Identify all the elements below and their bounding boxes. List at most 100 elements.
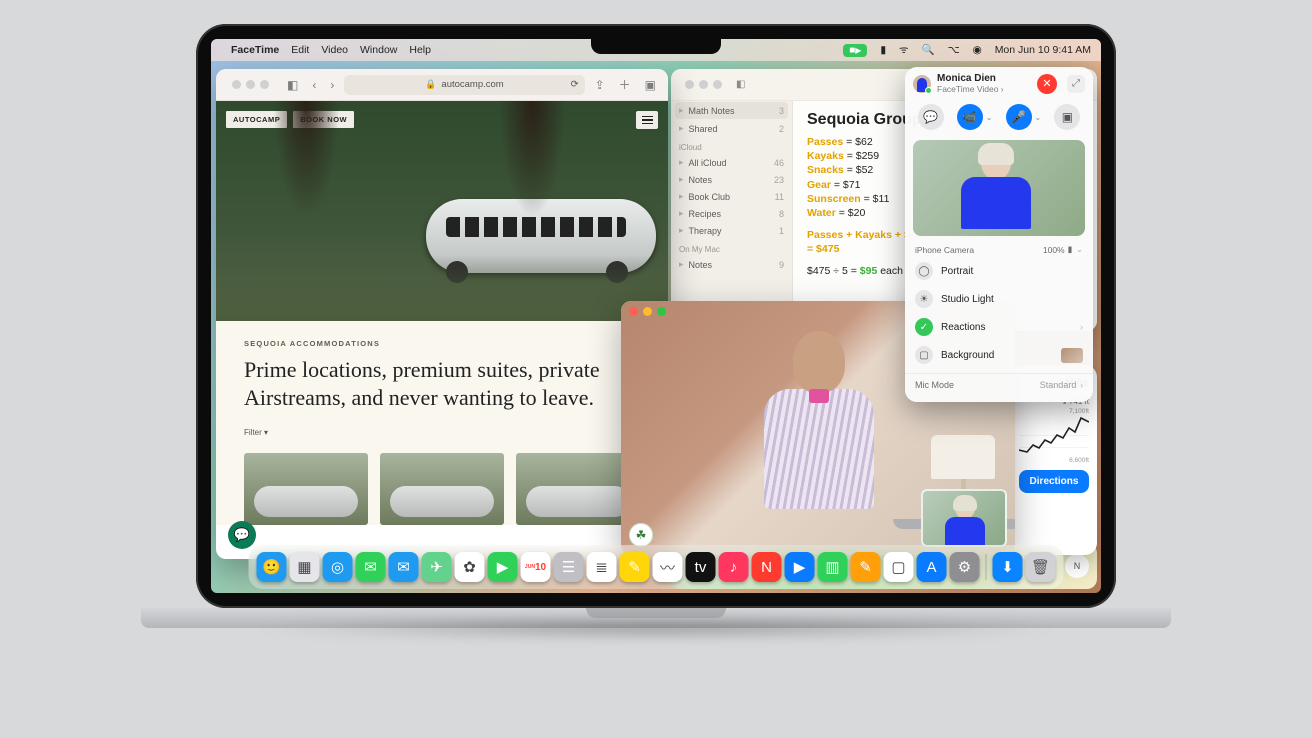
window-controls[interactable]	[224, 74, 277, 95]
option-studio-light[interactable]: ☀Studio Light	[905, 285, 1093, 313]
card-item[interactable]	[244, 453, 368, 525]
studio-light-icon: ☀	[915, 290, 933, 308]
safari-content: SEQUOIA ACCOMMODATIONS Prime locations, …	[216, 321, 668, 447]
nav-back-icon[interactable]: ‹	[308, 76, 320, 94]
safari-hero-image: AUTOCAMP BOOK NOW	[216, 101, 668, 321]
portrait-icon: ◯	[915, 262, 933, 280]
sidebar-folder[interactable]: ▸Notes9	[671, 256, 792, 273]
dock-pages[interactable]: ✎	[851, 552, 881, 582]
dock-launchpad[interactable]: ▦	[290, 552, 320, 582]
chevron-down-icon[interactable]: ⌄	[1076, 245, 1083, 254]
chevron-down-icon[interactable]: ⌄	[986, 113, 993, 122]
dock-downloads[interactable]: ⬇	[993, 552, 1023, 582]
facetime-indicator-icon[interactable]: ■▶	[843, 44, 867, 57]
option-reactions[interactable]: ✓Reactions›	[905, 313, 1093, 341]
dock-mail[interactable]: ✉	[389, 552, 419, 582]
dock-freeform[interactable]: 〰	[653, 552, 683, 582]
sidebar-toggle-icon[interactable]: ◧	[736, 79, 745, 90]
dock-keynote[interactable]: ▶	[785, 552, 815, 582]
chat-fab-icon[interactable]: 💬	[228, 521, 256, 549]
dock-calendar[interactable]: JUN10	[521, 552, 551, 582]
dock-notes[interactable]: ✎	[620, 552, 650, 582]
messages-button[interactable]: 💬	[918, 104, 944, 130]
filter-dropdown[interactable]: Filter ▾	[244, 428, 640, 437]
menu-help[interactable]: Help	[409, 44, 431, 56]
display-notch	[591, 39, 721, 54]
dock-numbers[interactable]: ▥	[818, 552, 848, 582]
sidebar-folder[interactable]: ▸Recipes8	[671, 205, 792, 222]
reload-icon[interactable]: ⟳	[571, 79, 579, 90]
dock-reminders[interactable]: ≣	[587, 552, 617, 582]
siri-icon[interactable]: ◉	[973, 44, 982, 56]
dock-messages[interactable]: ✉	[356, 552, 386, 582]
sidebar-toggle-icon[interactable]: ◧	[283, 76, 302, 94]
sidebar-folder[interactable]: ▸Book Club11	[671, 188, 792, 205]
dock-contacts[interactable]: ☰	[554, 552, 584, 582]
call-subtitle[interactable]: FaceTime Video ›	[937, 84, 1004, 94]
hero-airstream-illustration	[426, 199, 656, 273]
hamburger-menu-icon[interactable]	[636, 111, 658, 129]
compass-north-icon[interactable]: N	[1065, 554, 1089, 578]
wifi-icon[interactable]: ᯤ	[899, 43, 909, 57]
end-call-button[interactable]: ✕	[1037, 74, 1057, 94]
accessibility-fab-icon[interactable]: ☘	[629, 523, 653, 547]
battery-icon[interactable]: ▮	[880, 44, 886, 56]
sidebar-folder[interactable]: ▸Math Notes3	[675, 102, 788, 119]
dock-facetime[interactable]: ▶	[488, 552, 518, 582]
brand-chip[interactable]: AUTOCAMP	[226, 111, 287, 128]
option-background[interactable]: ▢Background	[905, 341, 1093, 369]
chevron-right-icon: ›	[1080, 322, 1083, 332]
new-tab-icon[interactable]: ＋	[615, 74, 635, 95]
expand-icon[interactable]: ⤢	[1067, 75, 1085, 93]
dock-safari[interactable]: ◎	[323, 552, 353, 582]
dock-music[interactable]: ♪	[719, 552, 749, 582]
book-now-chip[interactable]: BOOK NOW	[293, 111, 354, 128]
dock-maps[interactable]: ✈	[422, 552, 452, 582]
nav-forward-icon[interactable]: ›	[326, 76, 338, 94]
dock-appstore[interactable]: A	[917, 552, 947, 582]
option-portrait[interactable]: ◯Portrait	[905, 257, 1093, 285]
dock-tv[interactable]: tv	[686, 552, 716, 582]
window-controls[interactable]	[677, 74, 730, 95]
participant-self	[759, 331, 879, 541]
mic-toggle-button[interactable]: 🎤	[1006, 104, 1032, 130]
menu-window[interactable]: Window	[360, 44, 397, 56]
dock-settings[interactable]: ⚙	[950, 552, 980, 582]
sidebar-section-header: On My Mac	[671, 239, 792, 256]
menu-video[interactable]: Video	[321, 44, 348, 56]
menubar-right: ■▶ ▮ ᯤ 🔍 ⌥ ◉ Mon Jun 10 9:41 AM	[833, 43, 1091, 57]
reactions-icon: ✓	[915, 318, 933, 336]
tabs-icon[interactable]: ▣	[641, 76, 660, 94]
facetime-control-panel: Monica Dien FaceTime Video › ✕ ⤢ 💬 📹⌄ 🎤⌄…	[905, 67, 1093, 402]
screenshare-button[interactable]: ▣	[1054, 104, 1080, 130]
camera-toggle-button[interactable]: 📹	[957, 104, 983, 130]
dock-photos[interactable]: ✿	[455, 552, 485, 582]
spotlight-icon[interactable]: 🔍	[922, 43, 935, 56]
menubar-datetime[interactable]: Mon Jun 10 9:41 AM	[995, 44, 1091, 56]
safari-toolbar: ◧ ‹ › 🔒 autocamp.com ⟳ ⇪ ＋ ▣	[216, 69, 668, 101]
control-center-icon[interactable]: ⌥	[948, 44, 960, 56]
share-icon[interactable]: ⇪	[591, 76, 609, 94]
laptop-base	[141, 608, 1171, 628]
dock: 🙂▦◎✉✉✈✿▶JUN10☰≣✎〰tv♪N▶▥✎▢A⚙⬇🗑	[249, 545, 1064, 589]
card-item[interactable]	[380, 453, 504, 525]
desktop: FaceTime Edit Video Window Help ■▶ ▮ ᯤ 🔍…	[211, 39, 1101, 593]
facetime-pip[interactable]	[921, 489, 1007, 547]
dock-trash[interactable]: 🗑	[1026, 552, 1056, 582]
mic-mode-row[interactable]: Mic Mode Standard ›	[905, 373, 1093, 396]
dock-finder[interactable]: 🙂	[257, 552, 287, 582]
chevron-down-icon[interactable]: ⌄	[1035, 113, 1042, 122]
dock-mirroring[interactable]: ▢	[884, 552, 914, 582]
directions-button[interactable]: Directions	[1019, 470, 1089, 493]
sidebar-folder[interactable]: ▸Therapy1	[671, 222, 792, 239]
dock-news[interactable]: N	[752, 552, 782, 582]
address-bar[interactable]: 🔒 autocamp.com ⟳	[344, 75, 584, 95]
caller-name: Monica Dien	[937, 73, 1004, 84]
sidebar-folder[interactable]: ▸Shared2	[671, 120, 792, 137]
sidebar-folder[interactable]: ▸All iCloud46	[671, 154, 792, 171]
menubar-app-name[interactable]: FaceTime	[231, 44, 279, 56]
sidebar-folder[interactable]: ▸Notes23	[671, 171, 792, 188]
background-icon: ▢	[915, 346, 933, 364]
window-controls[interactable]	[621, 301, 674, 322]
menu-edit[interactable]: Edit	[291, 44, 309, 56]
